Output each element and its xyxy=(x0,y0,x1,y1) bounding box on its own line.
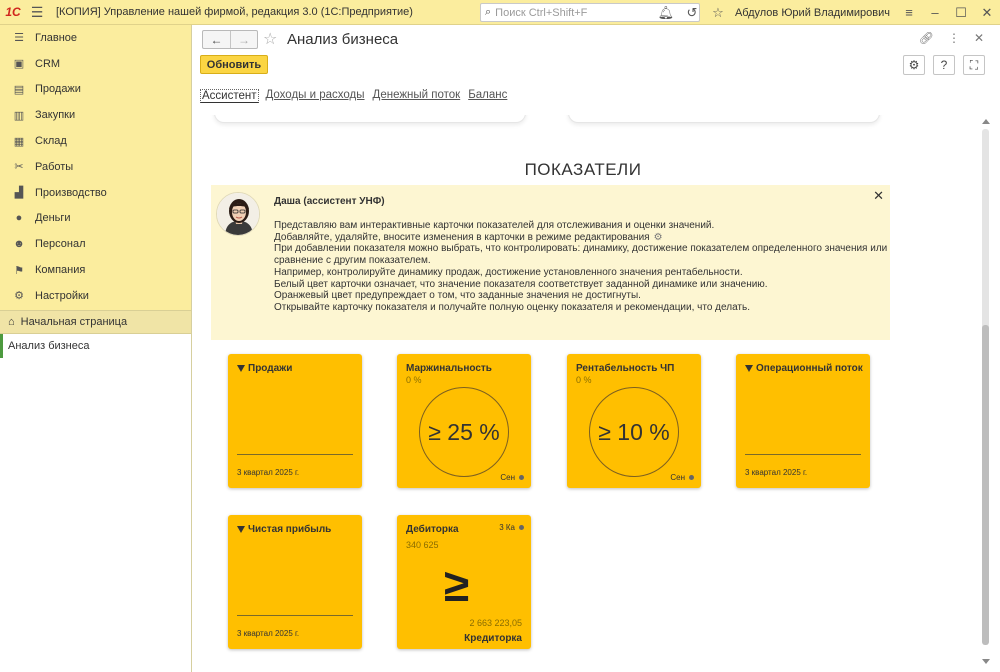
cart-icon: ▤ xyxy=(13,83,25,96)
kpi-card-receivables[interactable]: Дебиторка 3 Ка 340 625 ≥ 2 663 223,05 Кр… xyxy=(397,515,531,649)
home-icon: ⌂ xyxy=(8,315,15,328)
flag-icon: ⚑ xyxy=(14,264,24,277)
triangle-down-icon xyxy=(237,365,245,372)
fullscreen-button[interactable]: ⛶ xyxy=(963,55,985,75)
sidebar-item-company[interactable]: ⚑ Компания xyxy=(0,257,191,283)
list-icon: ☰ xyxy=(14,32,24,45)
assistant-avatar xyxy=(216,192,260,236)
sidebar-item-sales[interactable]: ▤ Продажи xyxy=(0,77,191,103)
settings-menu-icon[interactable]: ≡ xyxy=(896,0,922,25)
sidebar-item-warehouse[interactable]: ▦ Склад xyxy=(0,128,191,154)
chart-baseline xyxy=(745,454,861,455)
target-circle: ≥ 25 % xyxy=(419,387,509,477)
kpi-card-net-profit[interactable]: Чистая прибыль 3 квартал 2025 г. xyxy=(228,515,362,649)
basket-icon: ▥ xyxy=(13,109,25,122)
history-icon[interactable]: ↺ xyxy=(679,0,705,25)
gear-icon: ⚙ xyxy=(908,58,920,72)
help-icon: ? xyxy=(940,58,948,72)
tab-balance[interactable]: Баланс xyxy=(467,89,508,103)
assistant-text: Представляю вам интерактивные карточки п… xyxy=(274,220,888,313)
title-bar: 1С ☰ [КОПИЯ] Управление нашей фирмой, ре… xyxy=(0,0,1000,25)
1c-logo: 1С xyxy=(5,5,21,19)
tab-cash-flow[interactable]: Денежный поток xyxy=(372,89,462,103)
target-circle: ≥ 10 % xyxy=(589,387,679,477)
sidebar-home[interactable]: ⌂ Начальная страница xyxy=(0,309,191,334)
search-icon: ⌕ xyxy=(485,6,492,18)
sidebar-item-staff[interactable]: ☻ Персонал xyxy=(0,231,191,257)
sidebar-item-settings[interactable]: ⚙ Настройки xyxy=(0,283,191,309)
sidebar-open-tab-business-analysis[interactable]: Анализ бизнеса xyxy=(0,333,191,358)
people-icon: ☻ xyxy=(13,238,25,251)
status-dot xyxy=(519,475,524,480)
app-title: [КОПИЯ] Управление нашей фирмой, редакци… xyxy=(56,6,413,18)
triangle-down-icon xyxy=(237,526,245,533)
maximize-icon[interactable]: ☐ xyxy=(948,0,974,25)
close-form-icon[interactable]: ✕ xyxy=(974,31,984,45)
card-edge xyxy=(568,115,880,123)
close-icon[interactable]: ✕ xyxy=(873,188,884,204)
scroll-thumb[interactable] xyxy=(982,325,989,645)
bell-icon[interactable]: 🔔︎ xyxy=(653,0,679,25)
back-arrow-icon[interactable]: ← xyxy=(203,31,230,48)
sidebar-item-main[interactable]: ☰ Главное xyxy=(0,25,191,51)
more-icon[interactable]: ⋮ xyxy=(948,31,960,45)
tools-icon: ✂ xyxy=(14,161,24,174)
close-window-icon[interactable]: ✕ xyxy=(974,0,1000,25)
tab-income-expenses[interactable]: Доходы и расходы xyxy=(265,89,366,103)
assistant-panel: Даша (ассистент УНФ) ✕ Представляю вам и… xyxy=(211,185,890,340)
user-name[interactable]: Абдулов Юрий Владимирович xyxy=(735,7,890,19)
card-edge xyxy=(214,115,526,123)
sidebar-item-money[interactable]: ● Деньги xyxy=(0,206,191,232)
kpi-card-margin[interactable]: Маржинальность 0 % ≥ 25 % Сен xyxy=(397,354,531,488)
sidebar-item-production[interactable]: ▟ Производство xyxy=(0,180,191,206)
forward-arrow-icon[interactable]: → xyxy=(230,31,257,48)
money-icon: ● xyxy=(15,212,23,225)
section-title: ПОКАЗАТЕЛИ xyxy=(524,160,642,179)
vertical-scrollbar[interactable] xyxy=(973,115,1000,672)
sidebar-empty-area xyxy=(0,358,191,672)
main-panel: ← → ☆ Анализ бизнеса 🔗︎ ⋮ ✕ Обновить ⚙ ?… xyxy=(193,25,1000,672)
scroll-down-icon[interactable] xyxy=(982,659,990,664)
tab-assistant[interactable]: Ассистент xyxy=(200,89,259,103)
crm-icon: ▣ xyxy=(13,58,25,71)
comparison-symbol: ≥ xyxy=(444,559,470,611)
kpi-card-sales[interactable]: Продажи 3 квартал 2025 г. xyxy=(228,354,362,488)
assistant-name: Даша (ассистент УНФ) xyxy=(274,196,385,207)
help-button[interactable]: ? xyxy=(933,55,955,75)
chart-baseline xyxy=(237,454,353,455)
favorites-star-icon[interactable]: ☆ xyxy=(705,0,731,25)
sidebar-item-crm[interactable]: ▣ CRM xyxy=(0,51,191,77)
gear-icon[interactable]: ⚙ xyxy=(654,232,663,243)
scroll-up-icon[interactable] xyxy=(982,119,990,124)
menu-icon[interactable]: ☰ xyxy=(26,0,48,25)
sidebar-item-purchases[interactable]: ▥ Закупки xyxy=(0,102,191,128)
kpi-card-operating-flow[interactable]: Операционный поток 3 квартал 2025 г. xyxy=(736,354,870,488)
settings-gear-button[interactable]: ⚙ xyxy=(903,55,925,75)
page-title: Анализ бизнеса xyxy=(287,31,399,48)
fullscreen-icon: ⛶ xyxy=(969,57,979,72)
chart-baseline xyxy=(237,615,353,616)
content-scroll-area: ПОКАЗАТЕЛИ Даша (ассистент УНФ) ✕ Предст… xyxy=(193,115,973,672)
tabs: Ассистент Доходы и расходы Денежный пото… xyxy=(200,89,508,103)
gear-icon: ⚙ xyxy=(14,290,24,303)
history-nav: ← → xyxy=(202,30,258,49)
kpi-card-profitability[interactable]: Рентабельность ЧП 0 % ≥ 10 % Сен xyxy=(567,354,701,488)
warehouse-icon: ▦ xyxy=(13,135,25,148)
status-dot xyxy=(519,525,524,530)
sidebar-item-works[interactable]: ✂ Работы xyxy=(0,154,191,180)
factory-icon: ▟ xyxy=(14,187,24,200)
status-dot xyxy=(689,475,694,480)
refresh-button[interactable]: Обновить xyxy=(200,55,268,74)
minimize-icon[interactable]: – xyxy=(922,0,948,25)
link-icon[interactable]: 🔗︎ xyxy=(919,31,934,45)
favorite-star-icon[interactable]: ☆ xyxy=(263,29,277,49)
triangle-down-icon xyxy=(745,365,753,372)
